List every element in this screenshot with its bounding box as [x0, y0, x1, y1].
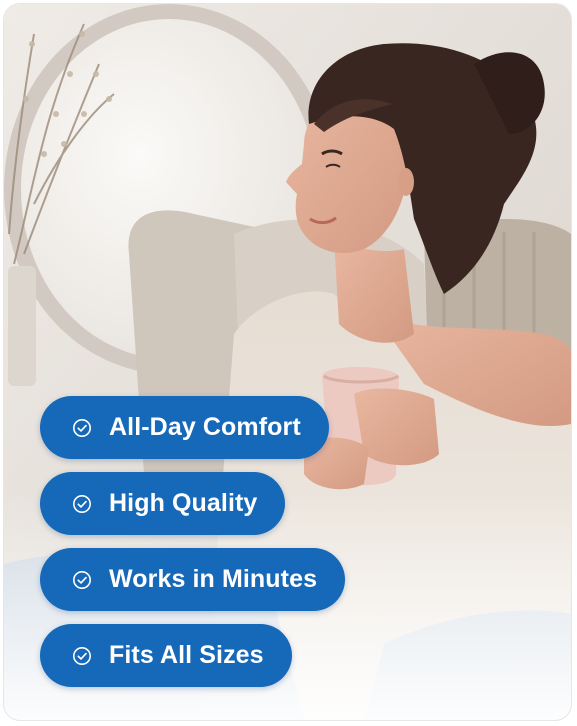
benefit-pill-all-day-comfort[interactable]: All-Day Comfort: [40, 396, 329, 459]
benefit-pill-fits-all-sizes[interactable]: Fits All Sizes: [40, 624, 292, 687]
check-circle-icon: [72, 494, 92, 514]
check-circle-icon: [72, 646, 92, 666]
check-circle-icon: [72, 570, 92, 590]
benefit-pill-works-in-minutes[interactable]: Works in Minutes: [40, 548, 346, 611]
benefit-label: All-Day Comfort: [109, 413, 301, 441]
benefit-pill-high-quality[interactable]: High Quality: [40, 472, 286, 535]
benefit-label: Works in Minutes: [109, 565, 318, 593]
product-benefits-card: All-Day Comfort High Quality Works in Mi…: [4, 4, 571, 720]
benefit-label: Fits All Sizes: [109, 641, 264, 669]
check-circle-icon: [72, 418, 92, 438]
benefit-label: High Quality: [109, 489, 258, 517]
benefits-list: All-Day Comfort High Quality Works in Mi…: [40, 396, 346, 687]
